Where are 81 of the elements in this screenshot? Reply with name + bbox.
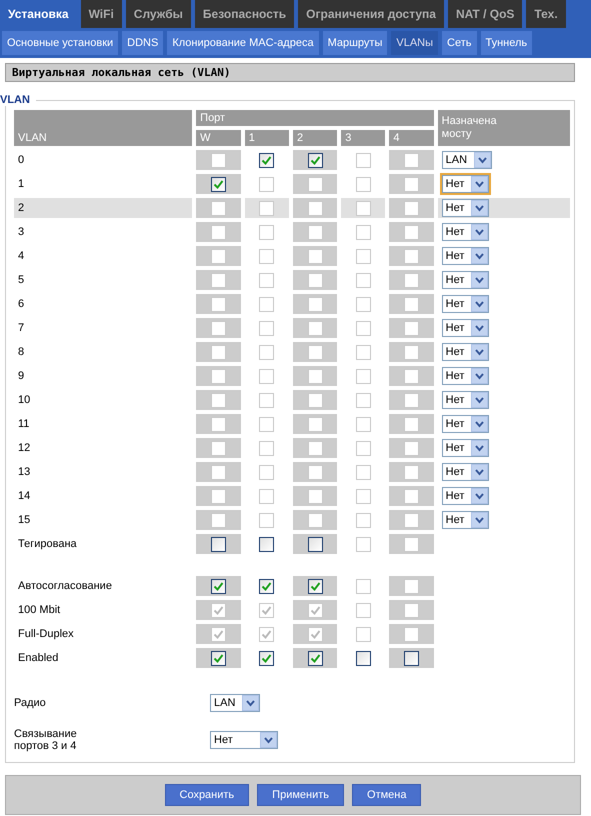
bridge-select[interactable]: Нет <box>442 439 490 457</box>
field-label: Радио <box>14 697 47 709</box>
bridge-select[interactable]: Нет <box>442 343 490 361</box>
column-header: VLAN <box>14 110 192 146</box>
vlan-number: 15 <box>17 513 32 528</box>
menu-tab[interactable]: Службы <box>126 0 191 28</box>
vlan-number: 8 <box>17 345 26 360</box>
submenu-tab[interactable]: Туннель <box>480 31 532 55</box>
bridge-select[interactable]: Нет <box>442 223 490 241</box>
bridge-select[interactable]: Нет <box>442 367 490 385</box>
menu-tab[interactable]: WiFi <box>80 0 122 28</box>
action-button[interactable]: Сохранить <box>164 784 250 806</box>
submenu-tab[interactable]: DDNS <box>122 31 164 55</box>
vlan-number: 1 <box>17 177 26 192</box>
column-header: W <box>196 130 241 146</box>
checkbox[interactable] <box>259 536 274 552</box>
vlan-number: 7 <box>17 321 26 336</box>
submenu-tab[interactable]: Клонирование MAC-адреса <box>167 31 319 55</box>
vlan-number: 13 <box>17 465 32 480</box>
bonding-select[interactable]: Нет <box>210 731 278 749</box>
submenu-tab[interactable]: Маршруты <box>322 31 388 55</box>
menu-tab[interactable]: Ограничения доступа <box>298 0 444 28</box>
checkbox[interactable] <box>259 578 274 594</box>
vlan-number: 0 <box>17 153 26 168</box>
action-button[interactable]: Отмена <box>352 784 422 806</box>
bridge-select[interactable]: Нет <box>442 415 490 433</box>
bridge-select[interactable]: Нет <box>442 271 490 289</box>
group-legend: VLAN <box>0 94 36 106</box>
vlan-number: 5 <box>17 273 26 288</box>
menu-tab[interactable]: NAT / QoS <box>448 0 522 28</box>
submenu-tab[interactable]: VLANы <box>391 31 438 55</box>
bridge-select[interactable]: LAN <box>442 151 492 169</box>
checkbox[interactable] <box>308 536 323 552</box>
row-label: Тегирована <box>17 537 78 552</box>
row-label: Full-Duplex <box>17 627 75 642</box>
column-header: 4 <box>389 130 434 146</box>
checkbox[interactable] <box>210 176 226 192</box>
bridge-select[interactable]: Нет <box>442 199 490 217</box>
bridge-select[interactable]: Нет <box>442 247 490 265</box>
row-label: Enabled <box>17 651 60 666</box>
vlan-number: 11 <box>17 417 30 432</box>
bridge-select[interactable]: Нет <box>442 319 490 337</box>
checkbox[interactable] <box>308 578 323 594</box>
checkbox[interactable] <box>308 650 323 666</box>
bridge-select[interactable]: Нет <box>442 487 490 505</box>
submenu-tab[interactable]: Сеть <box>442 31 476 55</box>
vlan-number: 14 <box>17 489 32 504</box>
action-button[interactable]: Применить <box>257 784 344 806</box>
bridge-select[interactable]: Нет <box>442 463 490 481</box>
vlan-number: 10 <box>17 393 32 408</box>
checkbox[interactable] <box>210 536 226 552</box>
vlan-number: 2 <box>14 198 192 218</box>
field-label: Связывание портов 3 и 4 <box>14 728 78 752</box>
row-label: 100 Mbit <box>17 603 62 618</box>
radio-select[interactable]: LAN <box>210 694 260 712</box>
bridge-select[interactable]: Нет <box>442 391 490 409</box>
bridge-select[interactable]: Нет <box>442 295 490 313</box>
checkbox[interactable] <box>259 152 274 168</box>
vlan-number: 3 <box>17 225 26 240</box>
vlan-number: 9 <box>17 369 26 384</box>
menu-tab[interactable]: Тех. <box>526 0 566 28</box>
checkbox[interactable] <box>259 650 274 666</box>
row-label: Автосогласование <box>17 579 113 594</box>
checkbox[interactable] <box>210 650 226 666</box>
column-header: Порт <box>196 110 434 126</box>
checkbox[interactable] <box>210 578 226 594</box>
column-header: 3 <box>341 130 386 146</box>
column-header: 2 <box>292 130 338 146</box>
vlan-number: 4 <box>17 249 26 264</box>
section-title: Виртуальная локальная сеть (VLAN) <box>5 63 575 82</box>
vlan-number: 12 <box>17 441 32 456</box>
column-header: Назначена мосту <box>438 110 570 146</box>
menu-tab[interactable]: Безопасность <box>194 0 294 28</box>
submenu-tab[interactable]: Основные установки <box>2 31 118 55</box>
column-header: 1 <box>244 130 289 146</box>
vlan-number: 6 <box>17 297 26 312</box>
checkbox[interactable] <box>356 650 371 666</box>
bridge-select[interactable]: Нет <box>442 175 490 193</box>
checkbox[interactable] <box>404 650 420 666</box>
checkbox[interactable] <box>308 152 323 168</box>
bridge-select[interactable]: Нет <box>442 511 490 529</box>
